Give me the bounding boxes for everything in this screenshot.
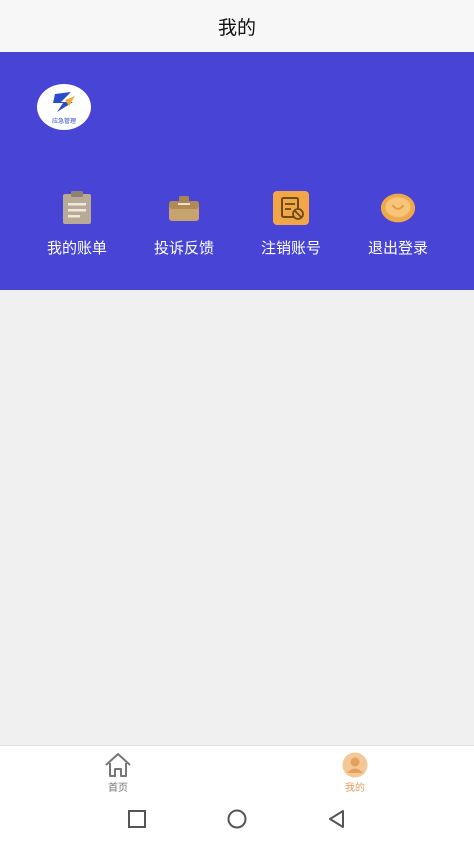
action-label: 我的账单 <box>46 239 107 257</box>
profile-header: 应急管理 我的账单 投诉反馈 注销账号 退出登录 <box>0 52 474 290</box>
bottom-tab-bar: 首页 我的 <box>0 745 474 798</box>
action-label: 注销账号 <box>260 239 321 257</box>
tab-label: 首页 <box>108 783 128 794</box>
logo-mark-icon <box>53 92 75 112</box>
complaint-feedback-button[interactable]: 投诉反馈 <box>134 190 234 258</box>
cancel-account-icon <box>273 190 309 226</box>
briefcase-icon <box>166 190 202 226</box>
tab-label: 我的 <box>345 783 365 794</box>
action-label: 退出登录 <box>367 239 428 257</box>
action-row: 我的账单 投诉反馈 注销账号 退出登录 <box>0 190 474 260</box>
home-circle-icon[interactable] <box>226 809 248 831</box>
logo-text: 应急管理 <box>51 118 76 125</box>
page-title: 我的 <box>217 16 256 39</box>
my-bill-button[interactable]: 我的账单 <box>27 190 127 258</box>
back-icon[interactable] <box>327 809 347 829</box>
clipboard-icon <box>59 190 95 226</box>
action-label: 投诉反馈 <box>153 239 214 257</box>
logout-coin-icon <box>380 190 416 226</box>
tab-mine[interactable]: 我的 <box>325 752 385 794</box>
app-logo: 应急管理 <box>37 84 91 130</box>
content-area <box>0 290 474 745</box>
logout-button[interactable]: 退出登录 <box>348 190 448 258</box>
recent-apps-icon[interactable] <box>127 809 147 829</box>
user-icon <box>342 752 368 778</box>
cancel-account-button[interactable]: 注销账号 <box>241 190 341 258</box>
home-icon <box>105 753 131 777</box>
system-navigation-bar <box>0 797 474 842</box>
title-bar: 我的 <box>0 0 474 53</box>
tab-home[interactable]: 首页 <box>88 752 148 794</box>
